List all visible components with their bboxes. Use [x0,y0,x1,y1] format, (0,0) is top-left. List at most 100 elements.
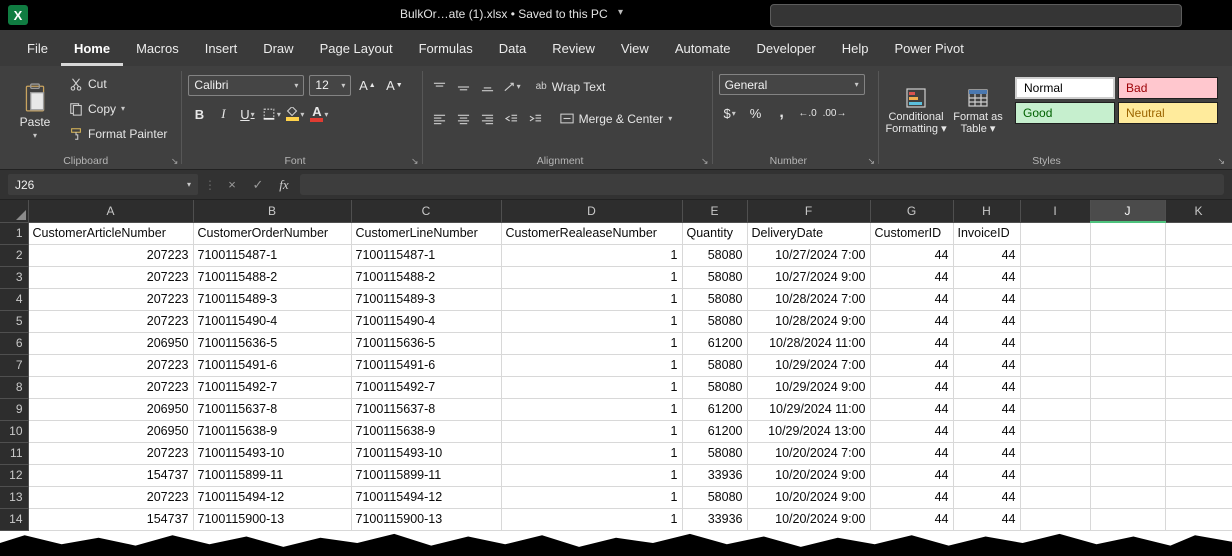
cell-K14[interactable] [1165,508,1232,530]
tab-developer[interactable]: Developer [743,33,828,66]
cell-C6[interactable]: 7100115636-5 [351,332,501,354]
tab-home[interactable]: Home [61,33,123,66]
cell-G13[interactable]: 44 [870,486,953,508]
cell-F5[interactable]: 10/28/2024 9:00 [747,310,870,332]
cell-G8[interactable]: 44 [870,376,953,398]
cell-E12[interactable]: 33936 [682,464,747,486]
cell-G9[interactable]: 44 [870,398,953,420]
cell-G10[interactable]: 44 [870,420,953,442]
cancel-button[interactable]: × [222,177,242,192]
font-name-combo[interactable]: Calibri ▾ [188,75,304,96]
cell-B12[interactable]: 7100115899-11 [193,464,351,486]
tab-data[interactable]: Data [486,33,539,66]
cell-J5[interactable] [1090,310,1165,332]
row-header-14[interactable]: 14 [0,508,28,530]
cell-style-neutral[interactable]: Neutral [1118,102,1218,124]
cell-D3[interactable]: 1 [501,266,682,288]
cell-C5[interactable]: 7100115490-4 [351,310,501,332]
borders-button[interactable]: ▾ [260,103,282,125]
cell-D4[interactable]: 1 [501,288,682,310]
cell-D10[interactable]: 1 [501,420,682,442]
cell-F9[interactable]: 10/29/2024 11:00 [747,398,870,420]
cell-A3[interactable]: 207223 [28,266,193,288]
cell-D13[interactable]: 1 [501,486,682,508]
cell-H7[interactable]: 44 [953,354,1020,376]
cell-D9[interactable]: 1 [501,398,682,420]
tab-view[interactable]: View [608,33,662,66]
styles-dialog-launcher-icon[interactable]: ↘ [1217,156,1225,167]
tab-review[interactable]: Review [539,33,608,66]
underline-button[interactable]: U▾ [236,103,258,125]
cell-C9[interactable]: 7100115637-8 [351,398,501,420]
enter-button[interactable]: ✓ [248,177,268,193]
cell-F12[interactable]: 10/20/2024 9:00 [747,464,870,486]
row-header-2[interactable]: 2 [0,244,28,266]
cell-J11[interactable] [1090,442,1165,464]
cell-K6[interactable] [1165,332,1232,354]
cell-D7[interactable]: 1 [501,354,682,376]
conditional-formatting-button[interactable]: ConditionalFormatting ▾ [885,71,947,151]
cell-A2[interactable]: 207223 [28,244,193,266]
number-format-combo[interactable]: General ▾ [719,74,865,95]
column-header-C[interactable]: C [351,200,501,222]
cell-F8[interactable]: 10/29/2024 9:00 [747,376,870,398]
cell-G1[interactable]: CustomerID [870,222,953,244]
decrease-indent-button[interactable] [501,108,523,130]
cell-K11[interactable] [1165,442,1232,464]
title-dropdown-chevron-icon[interactable]: ▾ [618,7,623,18]
cell-I7[interactable] [1020,354,1090,376]
cell-F7[interactable]: 10/29/2024 7:00 [747,354,870,376]
row-header-1[interactable]: 1 [0,222,28,244]
cell-E1[interactable]: Quantity [682,222,747,244]
cut-button[interactable]: Cut [66,71,170,96]
cell-H12[interactable]: 44 [953,464,1020,486]
cell-C8[interactable]: 7100115492-7 [351,376,501,398]
cell-B11[interactable]: 7100115493-10 [193,442,351,464]
font-dialog-launcher-icon[interactable]: ↘ [411,156,419,167]
tab-page-layout[interactable]: Page Layout [307,33,406,66]
cell-I8[interactable] [1020,376,1090,398]
cell-I11[interactable] [1020,442,1090,464]
cell-E14[interactable]: 33936 [682,508,747,530]
cell-C3[interactable]: 7100115488-2 [351,266,501,288]
cell-A13[interactable]: 207223 [28,486,193,508]
fill-color-button[interactable]: ▾ [284,103,306,125]
align-center-button[interactable] [453,108,475,130]
column-header-B[interactable]: B [193,200,351,222]
cell-H2[interactable]: 44 [953,244,1020,266]
row-header-9[interactable]: 9 [0,398,28,420]
cell-B6[interactable]: 7100115636-5 [193,332,351,354]
cell-F4[interactable]: 10/28/2024 7:00 [747,288,870,310]
row-header-5[interactable]: 5 [0,310,28,332]
column-header-J[interactable]: J [1090,200,1165,222]
column-header-F[interactable]: F [747,200,870,222]
cell-D1[interactable]: CustomerRealeaseNumber [501,222,682,244]
cell-E13[interactable]: 58080 [682,486,747,508]
row-header-7[interactable]: 7 [0,354,28,376]
cell-K13[interactable] [1165,486,1232,508]
cell-K5[interactable] [1165,310,1232,332]
cell-A9[interactable]: 206950 [28,398,193,420]
cell-F1[interactable]: DeliveryDate [747,222,870,244]
top-align-button[interactable] [429,76,451,98]
cell-K7[interactable] [1165,354,1232,376]
format-painter-button[interactable]: Format Painter [66,121,170,146]
row-header-6[interactable]: 6 [0,332,28,354]
cell-D14[interactable]: 1 [501,508,682,530]
cell-J3[interactable] [1090,266,1165,288]
cell-B4[interactable]: 7100115489-3 [193,288,351,310]
cell-E10[interactable]: 61200 [682,420,747,442]
column-header-G[interactable]: G [870,200,953,222]
cell-I1[interactable] [1020,222,1090,244]
select-all-corner[interactable] [0,200,28,222]
cell-H11[interactable]: 44 [953,442,1020,464]
cell-F10[interactable]: 10/29/2024 13:00 [747,420,870,442]
tab-automate[interactable]: Automate [662,33,744,66]
cell-B7[interactable]: 7100115491-6 [193,354,351,376]
cell-J14[interactable] [1090,508,1165,530]
paste-button[interactable]: Paste ▾ [10,71,60,151]
cell-B2[interactable]: 7100115487-1 [193,244,351,266]
bold-button[interactable]: B [188,103,210,125]
cell-I4[interactable] [1020,288,1090,310]
percent-style-button[interactable]: % [745,102,767,124]
